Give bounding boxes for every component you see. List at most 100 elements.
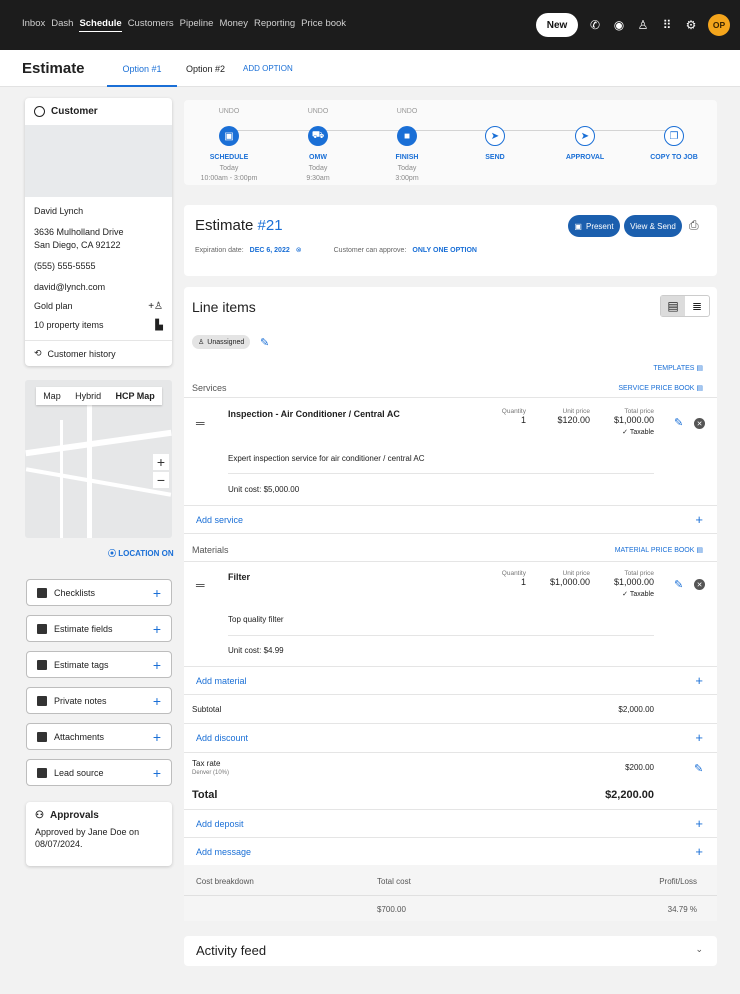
add-person-icon[interactable]: +♙	[148, 300, 163, 313]
unit-price-label: Unit price	[562, 408, 590, 415]
zoom-in-button[interactable]: +	[153, 454, 169, 470]
lead-source-label: Lead source	[54, 767, 104, 778]
list-view-icon[interactable]: ▤	[661, 296, 685, 316]
add-message-button[interactable]: Add message	[196, 847, 251, 857]
workflow-step-schedule[interactable]: UNDO ▣ SCHEDULE Today 10:00am - 3:00pm	[184, 108, 274, 184]
lead-source-button[interactable]: Lead source +	[26, 759, 172, 786]
add-service-plus-icon[interactable]: +	[695, 512, 703, 527]
edit-tax-icon[interactable]: ✎	[694, 762, 703, 775]
approve-label: Customer can approve:	[333, 246, 407, 254]
location-toggle[interactable]: ⦿ LOCATION ON	[108, 548, 174, 559]
tab-option-1[interactable]: Option #1	[107, 64, 177, 87]
add-option-button[interactable]: ADD OPTION	[243, 64, 293, 73]
add-discount-button[interactable]: Add discount	[196, 733, 248, 743]
material-price-book-link[interactable]: MATERIAL PRICE BOOK ▤	[615, 546, 703, 554]
edit-material-icon[interactable]: ✎	[674, 578, 683, 591]
nav-inbox[interactable]: Inbox	[22, 18, 45, 32]
map-widget[interactable]: Map Hybrid HCP Map + −	[25, 380, 172, 538]
add-deposit-plus-icon[interactable]: +	[695, 816, 703, 831]
new-button[interactable]: New	[536, 13, 578, 37]
service-price-book-link[interactable]: SERVICE PRICE BOOK ▤	[618, 384, 703, 392]
checklist-icon	[37, 587, 47, 598]
add-deposit-button[interactable]: Add deposit	[196, 819, 244, 829]
drag-handle-icon[interactable]: ═	[196, 416, 205, 430]
service-unit-cost: Unit cost: $5,000.00	[228, 485, 300, 494]
service-quantity[interactable]: 1	[484, 415, 526, 425]
unit-price-label: Unit price	[562, 570, 590, 577]
plus-icon: +	[152, 656, 161, 673]
nav-schedule[interactable]: Schedule	[79, 18, 122, 32]
expiration-date[interactable]: DEC 6, 2022	[250, 247, 290, 254]
clear-date-icon[interactable]: ⊗	[296, 246, 302, 254]
approve-option-select[interactable]: ONLY ONE OPTION	[412, 247, 477, 254]
map-tab-hcp[interactable]: HCP Map	[115, 391, 154, 401]
workflow-step-approval[interactable]: ➤ APPROVAL	[540, 108, 630, 161]
edit-assignee-icon[interactable]: ✎	[260, 336, 269, 349]
private-notes-button[interactable]: Private notes +	[26, 687, 172, 714]
material-quantity[interactable]: 1	[484, 577, 526, 587]
templates-link[interactable]: TEMPLATES ▤	[653, 364, 703, 372]
chat-icon[interactable]: ◉	[612, 18, 626, 32]
customer-history-link[interactable]: ⟲ Customer history	[25, 340, 172, 366]
undo-link[interactable]: UNDO	[362, 108, 452, 120]
view-send-button[interactable]: View & Send	[624, 215, 682, 237]
workflow-step-send[interactable]: ➤ SEND	[450, 108, 540, 161]
step-date: Today	[397, 165, 417, 172]
workflow-step-finish[interactable]: UNDO ■ FINISH Today 3:00pm	[362, 108, 452, 184]
line-items-title: Line items	[192, 299, 256, 315]
detail-view-icon[interactable]: ≣	[685, 296, 709, 316]
customer-name[interactable]: David Lynch	[25, 205, 172, 218]
avatar[interactable]: OP	[708, 14, 730, 36]
workflow-step-omw[interactable]: UNDO ⛟ OMW Today 9:30am	[273, 108, 363, 184]
nav-customers[interactable]: Customers	[128, 18, 174, 32]
print-icon[interactable]: ⎙	[689, 218, 699, 233]
add-material-plus-icon[interactable]: +	[695, 673, 703, 688]
building-icon[interactable]: ▙	[155, 319, 163, 332]
add-service-button[interactable]: Add service	[196, 515, 243, 525]
phone-icon[interactable]: ✆	[588, 18, 602, 32]
material-item-name[interactable]: Filter	[228, 572, 250, 582]
undo-link[interactable]: UNDO	[273, 108, 363, 120]
edit-service-icon[interactable]: ✎	[674, 416, 683, 429]
map-tab-hybrid[interactable]: Hybrid	[75, 391, 101, 401]
drag-handle-icon[interactable]: ═	[196, 578, 205, 592]
add-discount-plus-icon[interactable]: +	[695, 730, 703, 745]
activity-feed-card[interactable]: Activity feed ⌄	[184, 936, 717, 966]
material-unit-price[interactable]: $1,000.00	[538, 577, 590, 587]
send-icon: ➤	[575, 126, 595, 146]
estimate-card: Estimate #21 Expiration date: DEC 6, 202…	[184, 205, 717, 276]
step-time: 10:00am - 3:00pm	[200, 175, 258, 182]
add-message-plus-icon[interactable]: +	[695, 844, 703, 859]
remove-material-icon[interactable]: ✕	[694, 579, 705, 590]
tag-icon	[37, 767, 47, 778]
customer-address-line1: 3636 Mulholland Drive	[34, 227, 124, 237]
nav-reporting[interactable]: Reporting	[254, 18, 295, 32]
nav-money[interactable]: Money	[219, 18, 248, 32]
zoom-out-button[interactable]: −	[153, 472, 169, 488]
add-material-button[interactable]: Add material	[196, 676, 247, 686]
person-icon[interactable]: ♙	[636, 18, 650, 32]
estimate-fields-button[interactable]: Estimate fields +	[26, 615, 172, 642]
nav-links: Inbox Dash Schedule Customers Pipeline M…	[22, 18, 346, 32]
nav-dash[interactable]: Dash	[51, 18, 73, 32]
material-unit-cost: Unit cost: $4.99	[228, 646, 284, 655]
service-item-name[interactable]: Inspection - Air Conditioner / Central A…	[228, 409, 400, 419]
undo-link[interactable]: UNDO	[184, 108, 274, 120]
nav-pipeline[interactable]: Pipeline	[180, 18, 214, 32]
gear-icon[interactable]: ⚙	[684, 18, 698, 32]
apps-grid-icon[interactable]: ⠿	[660, 18, 674, 32]
chevron-down-icon[interactable]: ⌄	[695, 944, 703, 955]
remove-service-icon[interactable]: ✕	[694, 418, 705, 429]
assignee-chip[interactable]: ♙ Unassigned	[192, 335, 251, 349]
customer-email[interactable]: david@lynch.com	[25, 281, 172, 294]
workflow-step-copy-to-job[interactable]: ❐ COPY TO JOB	[629, 108, 719, 161]
nav-price-book[interactable]: Price book	[301, 18, 346, 32]
present-button[interactable]: ▣ Present	[568, 215, 620, 237]
customer-phone[interactable]: (555) 555-5555	[25, 260, 172, 273]
service-unit-price[interactable]: $120.00	[538, 415, 590, 425]
map-tab-map[interactable]: Map	[43, 391, 61, 401]
attachments-button[interactable]: Attachments +	[26, 723, 172, 750]
estimate-tags-button[interactable]: Estimate tags +	[26, 651, 172, 678]
checklists-button[interactable]: Checklists +	[26, 579, 172, 606]
tab-option-2[interactable]: Option #2	[186, 64, 225, 74]
